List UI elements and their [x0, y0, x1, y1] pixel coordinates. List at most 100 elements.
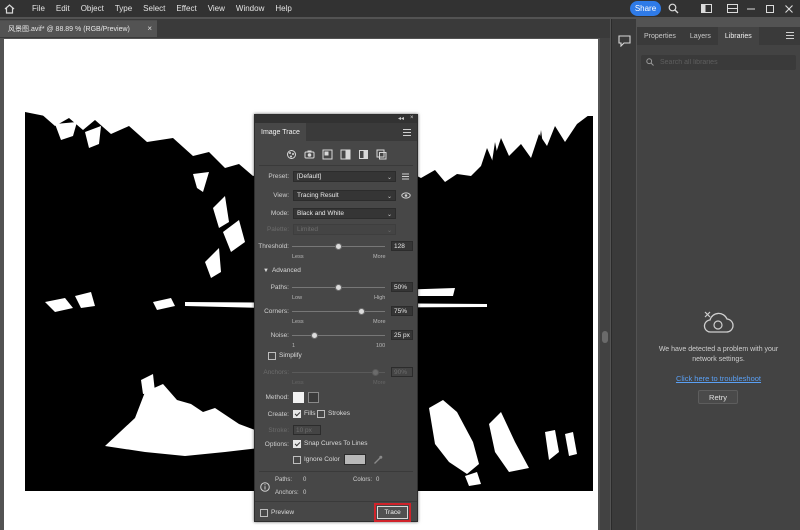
paths-slider[interactable]	[292, 284, 385, 291]
menu-file[interactable]: File	[32, 4, 45, 13]
eye-icon[interactable]	[401, 191, 411, 200]
noise-min-label: 1	[292, 343, 296, 349]
ignore-color-swatch[interactable]	[344, 454, 366, 465]
vertical-scrollbar[interactable]	[600, 38, 610, 530]
view-dropdown[interactable]: Tracing Result ⌄	[293, 190, 396, 201]
anchors-label: Anchors:	[263, 369, 289, 376]
ignore-color-label: Ignore Color	[304, 456, 340, 463]
manage-presets-icon[interactable]	[401, 172, 410, 181]
menu-object[interactable]: Object	[81, 4, 104, 13]
document-tab[interactable]: 风景图.avif* @ 88.89 % (RGB/Preview) ×	[0, 20, 157, 37]
black-and-white-icon[interactable]	[358, 149, 369, 160]
troubleshoot-link[interactable]: Click here to troubleshoot	[647, 374, 790, 383]
corners-slider[interactable]	[292, 308, 385, 315]
share-button[interactable]: Share	[630, 1, 661, 16]
mode-dropdown[interactable]: Black and White ⌄	[293, 208, 396, 219]
ignore-color-checkbox[interactable]	[293, 456, 301, 464]
threshold-input[interactable]: 128	[391, 241, 413, 251]
high-color-icon[interactable]	[304, 149, 315, 160]
stats-paths-label: Paths:	[275, 477, 293, 483]
palette-value: Limited	[297, 226, 318, 233]
method-label: Method:	[265, 394, 290, 401]
minimize-icon[interactable]	[744, 2, 757, 15]
workspace-switcher-icon[interactable]	[700, 2, 713, 15]
abutting-method-button[interactable]	[293, 392, 304, 403]
triangle-down-icon: ▼	[263, 267, 269, 274]
outline-icon[interactable]	[376, 149, 387, 160]
threshold-min-label: Less	[292, 254, 304, 260]
preset-dropdown[interactable]: [Default] ⌄	[293, 171, 396, 182]
preset-label: Preset:	[268, 173, 289, 180]
search-icon[interactable]	[667, 2, 680, 15]
anchors-max-label: More	[373, 380, 386, 386]
noise-slider[interactable]	[292, 332, 385, 339]
tab-libraries[interactable]: Libraries	[717, 27, 759, 45]
home-icon[interactable]	[1, 0, 18, 17]
fills-checkbox[interactable]	[293, 410, 301, 418]
paths-label: Paths:	[270, 284, 289, 291]
close-tab-icon[interactable]: ×	[147, 24, 152, 33]
stroke-input: 10 px	[293, 425, 321, 435]
palette-label: Palette:	[266, 226, 289, 233]
auto-color-icon[interactable]	[286, 149, 297, 160]
scrollbar-thumb[interactable]	[602, 331, 608, 343]
menu-items: File Edit Object Type Select Effect View…	[32, 4, 303, 13]
maximize-icon[interactable]	[763, 2, 776, 15]
mode-label: Mode:	[270, 210, 289, 217]
threshold-label: Threshold:	[258, 243, 289, 250]
libraries-search[interactable]	[641, 55, 796, 70]
grayscale-icon[interactable]	[340, 149, 351, 160]
menu-view[interactable]: View	[208, 4, 225, 13]
eyedropper-icon[interactable]	[373, 455, 383, 465]
libraries-search-input[interactable]	[660, 59, 790, 66]
noise-input[interactable]: 25 px	[391, 330, 413, 340]
panel-menu-icon[interactable]	[786, 31, 794, 40]
stats-paths-value: 0	[303, 477, 307, 483]
paths-slider-knob[interactable]	[334, 284, 342, 291]
corners-min-label: Less	[292, 319, 304, 325]
stats-colors-label: Colors:	[353, 477, 373, 483]
close-window-icon[interactable]	[782, 2, 795, 15]
menu-help[interactable]: Help	[275, 4, 291, 13]
anchors-slider-knob	[372, 369, 379, 376]
panel-dock-strip	[611, 19, 636, 530]
advanced-toggle[interactable]: ▼ Advanced	[263, 267, 301, 274]
advanced-label: Advanced	[271, 267, 301, 274]
arrange-documents-icon[interactable]	[726, 2, 739, 15]
menu-type[interactable]: Type	[115, 4, 132, 13]
retry-button[interactable]: Retry	[698, 390, 738, 404]
overlapping-method-button[interactable]	[308, 392, 319, 403]
threshold-slider[interactable]	[292, 243, 385, 250]
chevron-down-icon: ⌄	[386, 194, 392, 200]
stats-anchors-value: 0	[303, 490, 307, 496]
fills-label: Fills	[304, 410, 316, 417]
panel-menu-icon[interactable]	[403, 128, 411, 137]
low-color-icon[interactable]	[322, 149, 333, 160]
image-trace-panel: ◂◂ × Image Trace Preset: [Default] ⌄ Vie…	[254, 114, 418, 522]
preview-checkbox[interactable]	[260, 509, 268, 517]
noise-slider-knob[interactable]	[311, 332, 319, 339]
corners-slider-knob[interactable]	[357, 308, 365, 315]
noise-label: Noise:	[270, 332, 289, 339]
menu-select[interactable]: Select	[143, 4, 165, 13]
menu-effect[interactable]: Effect	[176, 4, 196, 13]
menu-window[interactable]: Window	[236, 4, 264, 13]
panel-tabs: Properties Layers Libraries	[637, 27, 800, 45]
image-trace-title[interactable]: Image Trace	[255, 123, 306, 141]
corners-label: Corners:	[264, 308, 289, 315]
divider	[259, 165, 413, 166]
threshold-slider-knob[interactable]	[334, 243, 342, 250]
tab-properties[interactable]: Properties	[637, 27, 683, 45]
trace-button[interactable]: Trace	[374, 503, 411, 522]
menu-edit[interactable]: Edit	[56, 4, 70, 13]
tab-layers[interactable]: Layers	[683, 27, 718, 45]
strokes-checkbox[interactable]	[317, 410, 325, 418]
corners-input[interactable]: 75%	[391, 306, 413, 316]
simplify-checkbox[interactable]	[268, 352, 276, 360]
close-panel-icon[interactable]: ×	[410, 115, 414, 121]
panel-title-bar[interactable]: ◂◂ ×	[255, 115, 417, 123]
snap-curves-checkbox[interactable]	[293, 440, 301, 448]
collapse-panel-icon[interactable]: ◂◂	[398, 115, 404, 122]
paths-input[interactable]: 50%	[391, 282, 413, 292]
comments-icon[interactable]	[618, 35, 631, 48]
